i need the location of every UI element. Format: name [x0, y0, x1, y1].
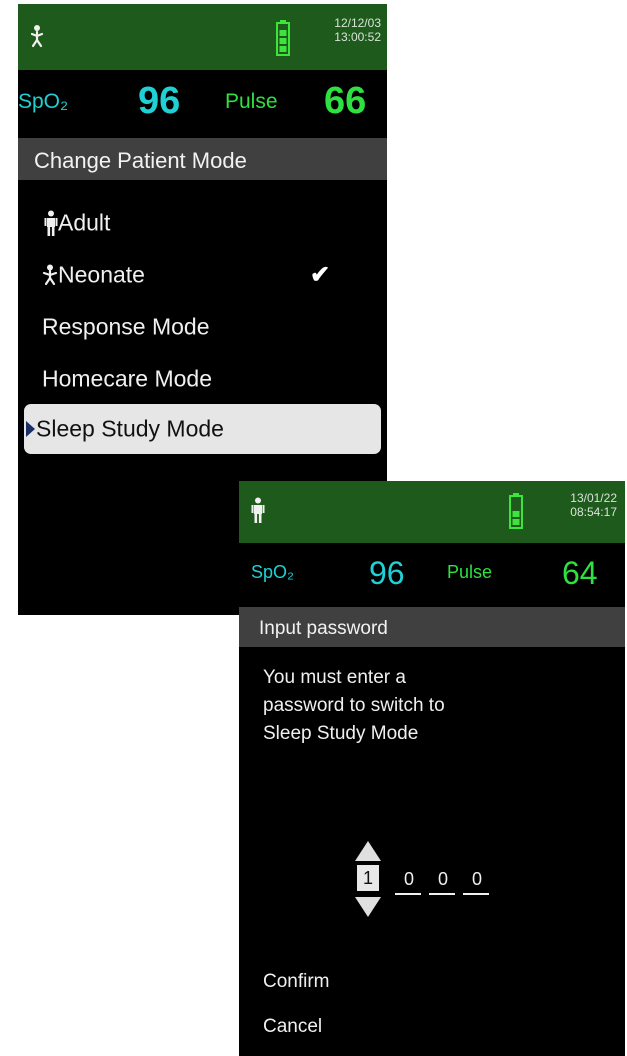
pulse-value: 66 — [324, 80, 367, 122]
increment-arrow-icon[interactable] — [355, 841, 381, 861]
battery-icon — [276, 20, 290, 56]
digit-underline — [463, 893, 489, 895]
password-digit[interactable]: 0 — [399, 869, 419, 890]
menu-item-label: Sleep Study Mode — [36, 415, 224, 442]
pulse-value: 64 — [562, 555, 598, 591]
menu-item-label: Adult — [58, 209, 111, 236]
caret-right-icon — [26, 421, 35, 437]
menu-item-adult[interactable]: Adult — [18, 202, 387, 244]
vitals-bar: SpO₂ 96 Pulse 64 — [239, 547, 625, 597]
menu-item-response-mode[interactable]: Response Mode — [18, 306, 387, 348]
time-text: 13:00:52 — [334, 30, 381, 44]
menu-item-sleep-study-mode[interactable]: Sleep Study Mode — [24, 404, 381, 454]
message-line: password to switch to — [263, 695, 445, 716]
time-text: 08:54:17 — [570, 505, 617, 519]
page-title-text: Change Patient Mode — [34, 148, 247, 173]
page-title: Input password — [239, 607, 625, 647]
digit-text: 1 — [362, 868, 373, 888]
datetime: 13/01/22 08:54:17 — [570, 491, 617, 519]
decrement-arrow-icon[interactable] — [355, 897, 381, 917]
password-digit-active[interactable]: 1 — [357, 865, 379, 891]
pulse-label: Pulse — [447, 562, 493, 582]
status-header: 12/12/03 13:00:52 — [18, 4, 387, 70]
page-title-text: Input password — [259, 618, 388, 639]
digit-underline — [429, 893, 455, 895]
message-line: You must enter a — [263, 667, 406, 688]
password-digit[interactable]: 0 — [433, 869, 453, 890]
neonate-icon — [42, 264, 58, 286]
vitals-bar: SpO₂ 96 Pulse 66 — [18, 74, 387, 130]
password-message: You must enter a password to switch to S… — [263, 664, 445, 748]
neonate-icon — [30, 25, 44, 48]
confirm-button[interactable]: Confirm — [263, 971, 330, 993]
adult-icon — [44, 210, 58, 236]
date-text: 13/01/22 — [570, 491, 617, 505]
menu-item-label: Homecare Mode — [42, 365, 213, 392]
datetime: 12/12/03 13:00:52 — [334, 16, 381, 44]
spo2-label: SpO₂ — [251, 562, 295, 582]
adult-icon — [251, 497, 265, 523]
password-digit[interactable]: 0 — [467, 869, 487, 890]
menu-item-homecare-mode[interactable]: Homecare Mode — [18, 358, 387, 400]
pulse-label: Pulse — [225, 90, 278, 113]
date-text: 12/12/03 — [334, 16, 381, 30]
cancel-button[interactable]: Cancel — [263, 1016, 322, 1038]
password-screen: 13/01/22 08:54:17 SpO₂ 96 Pulse 64 Input… — [239, 481, 625, 1056]
battery-icon — [509, 493, 523, 529]
spo2-value: 96 — [369, 555, 405, 591]
status-header: 13/01/22 08:54:17 — [239, 481, 625, 543]
menu-item-label: Response Mode — [42, 313, 210, 340]
digit-underline — [395, 893, 421, 895]
spo2-value: 96 — [138, 80, 181, 122]
page-title: Change Patient Mode — [18, 138, 387, 180]
menu-item-label: Neonate — [58, 261, 145, 288]
menu-item-neonate[interactable]: Neonate ✔ — [18, 254, 387, 296]
message-line: Sleep Study Mode — [263, 723, 419, 744]
spo2-label: SpO₂ — [18, 90, 69, 113]
checkmark-icon: ✔ — [310, 261, 331, 289]
